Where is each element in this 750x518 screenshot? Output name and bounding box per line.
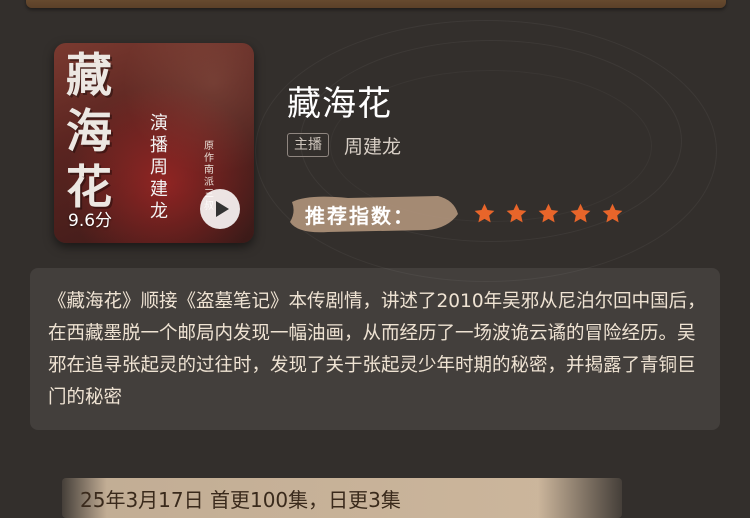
host-badge: 主播: [287, 133, 329, 157]
host-name[interactable]: 周建龙: [344, 132, 401, 159]
play-button[interactable]: [200, 189, 240, 229]
star-icon: [602, 203, 623, 223]
update-info: 25年3月17日 首更100集，日更3集: [80, 488, 401, 512]
recommend-label: 推荐指数：: [305, 204, 415, 228]
star-rating: [473, 202, 624, 225]
top-header-bar: [26, 0, 726, 8]
star-icon: [474, 203, 495, 223]
rating-score: 9.6分: [68, 211, 113, 231]
description-text: 《藏海花》顺接《盗墓笔记》本传剧情，讲述了2010年吴邪从尼泊尔回中国后，在西藏…: [48, 291, 706, 408]
book-title: 藏海花: [287, 84, 392, 124]
star-icon: [506, 203, 527, 223]
play-icon: [215, 201, 229, 217]
album-cover[interactable]: 藏海花 演播 周建龙 原作 南派三叔 9.6分: [54, 43, 254, 243]
star-icon: [570, 203, 591, 223]
cover-title-art: 藏海花: [66, 48, 112, 214]
star-icon: [538, 203, 559, 223]
cover-narrator-art: 演播 周建龙: [150, 113, 168, 222]
